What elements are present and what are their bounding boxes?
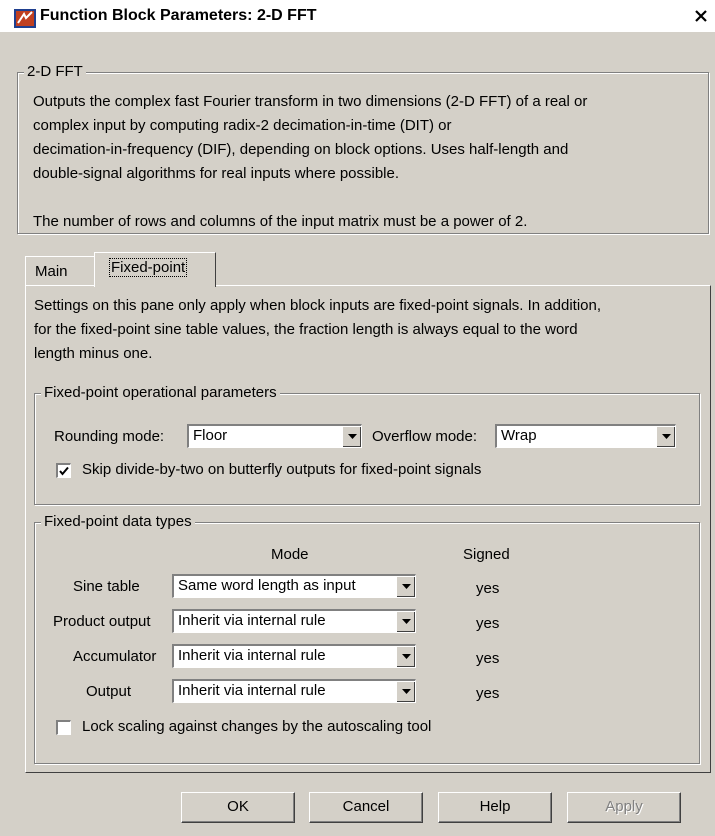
accumulator-label: Accumulator <box>73 648 157 665</box>
chevron-down-icon[interactable] <box>656 426 675 447</box>
chevron-down-icon[interactable] <box>396 681 415 702</box>
chevron-down-icon[interactable] <box>396 646 415 667</box>
chevron-down-icon[interactable] <box>396 576 415 597</box>
lock-scaling-label: Lock scaling against changes by the auto… <box>82 718 432 735</box>
operational-group-label: Fixed-point operational parameters <box>41 384 280 401</box>
overflow-mode-value: Wrap <box>501 427 537 444</box>
title-bar: Function Block Parameters: 2-D FFT <box>0 0 715 32</box>
accumulator-signed: yes <box>476 650 500 667</box>
operational-parameters-group: Fixed-point operational parameters <box>34 384 700 505</box>
sine-table-signed: yes <box>476 580 500 597</box>
product-output-mode-value: Inherit via internal rule <box>178 612 326 629</box>
description-line: Outputs the complex fast Fourier transfo… <box>33 93 588 110</box>
description-line: complex input by computing radix-2 decim… <box>33 117 452 134</box>
block-group-label: 2-D FFT <box>24 63 86 80</box>
block-description-group: 2-D FFT Outputs the complex fast Fourier… <box>17 63 709 234</box>
window-title: Function Block Parameters: 2-D FFT <box>40 7 317 24</box>
accumulator-mode-value: Inherit via internal rule <box>178 647 326 664</box>
apply-button[interactable]: Apply <box>567 792 681 823</box>
tab-fixed-point[interactable]: Fixed-point <box>94 252 216 287</box>
product-output-label: Product output <box>53 613 151 630</box>
product-output-signed: yes <box>476 615 500 632</box>
chevron-down-icon[interactable] <box>342 426 361 447</box>
intro-line: for the fixed-point sine table values, t… <box>34 321 578 338</box>
description-line: double-signal algorithms for real inputs… <box>33 165 400 182</box>
overflow-mode-label: Overflow mode: <box>372 428 478 445</box>
tab-main-label: Main <box>35 263 68 280</box>
tab-main[interactable]: Main <box>25 256 95 286</box>
product-output-mode-select[interactable]: Inherit via internal rule <box>172 609 416 633</box>
sine-table-mode-select[interactable]: Same word length as input <box>172 574 416 598</box>
data-types-group-label: Fixed-point data types <box>41 513 195 530</box>
output-signed: yes <box>476 685 500 702</box>
sine-table-label: Sine table <box>73 578 140 595</box>
cancel-button[interactable]: Cancel <box>309 792 423 823</box>
skip-divide-checkbox[interactable] <box>56 463 71 478</box>
tab-fixed-point-label: Fixed-point <box>109 258 188 277</box>
overflow-mode-select[interactable]: Wrap <box>495 424 676 448</box>
sine-table-mode-value: Same word length as input <box>178 577 356 594</box>
ok-button[interactable]: OK <box>181 792 295 823</box>
signed-column-header: Signed <box>463 546 510 563</box>
help-button[interactable]: Help <box>438 792 552 823</box>
description-note: The number of rows and columns of the in… <box>33 213 528 230</box>
accumulator-mode-select[interactable]: Inherit via internal rule <box>172 644 416 668</box>
skip-divide-label: Skip divide-by-two on butterfly outputs … <box>82 461 482 478</box>
rounding-mode-label: Rounding mode: <box>54 428 165 445</box>
rounding-mode-select[interactable]: Floor <box>187 424 362 448</box>
output-mode-select[interactable]: Inherit via internal rule <box>172 679 416 703</box>
chevron-down-icon[interactable] <box>396 611 415 632</box>
checkmark-icon <box>59 466 69 476</box>
intro-line: length minus one. <box>34 345 153 362</box>
description-line: decimation-in-frequency (DIF), depending… <box>33 141 569 158</box>
output-label: Output <box>86 683 132 700</box>
simulink-block-icon <box>14 9 36 28</box>
mode-column-header: Mode <box>271 546 309 563</box>
intro-line: Settings on this pane only apply when bl… <box>34 297 602 314</box>
output-mode-value: Inherit via internal rule <box>178 682 326 699</box>
rounding-mode-value: Floor <box>193 427 228 444</box>
close-icon[interactable] <box>691 6 711 26</box>
lock-scaling-checkbox[interactable] <box>56 720 71 735</box>
